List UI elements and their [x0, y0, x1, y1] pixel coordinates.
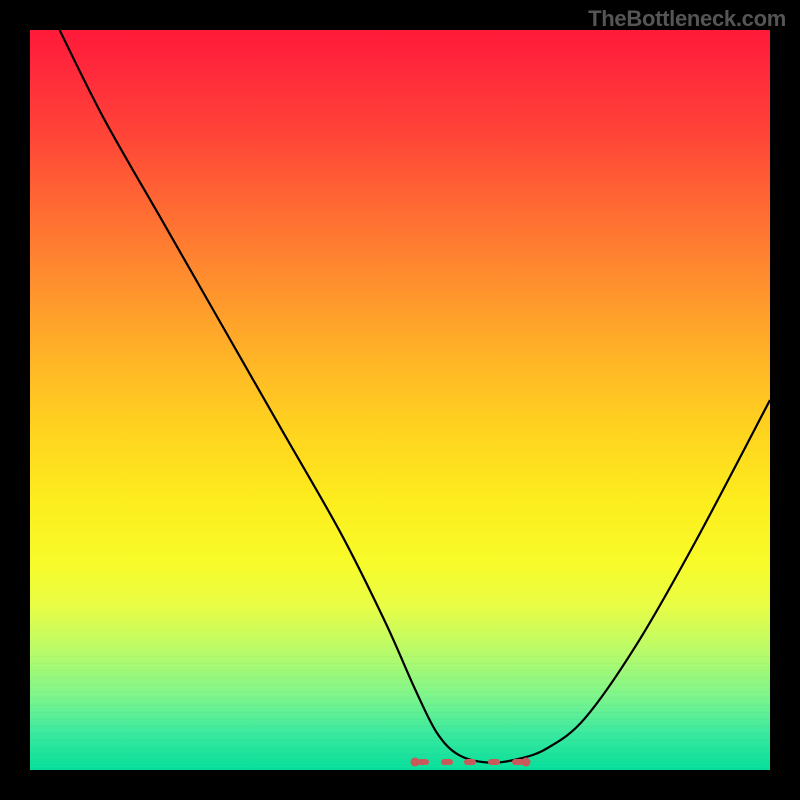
highlight-dash [417, 759, 429, 765]
highlight-dash [441, 759, 453, 765]
highlight-dash [512, 759, 524, 765]
bottleneck-curve [30, 30, 770, 770]
curve-path [60, 30, 770, 763]
highlight-band [415, 759, 526, 770]
plot-area [30, 30, 770, 770]
highlight-dash [464, 759, 476, 765]
highlight-dash [488, 759, 500, 765]
watermark-text: TheBottleneck.com [588, 6, 786, 32]
